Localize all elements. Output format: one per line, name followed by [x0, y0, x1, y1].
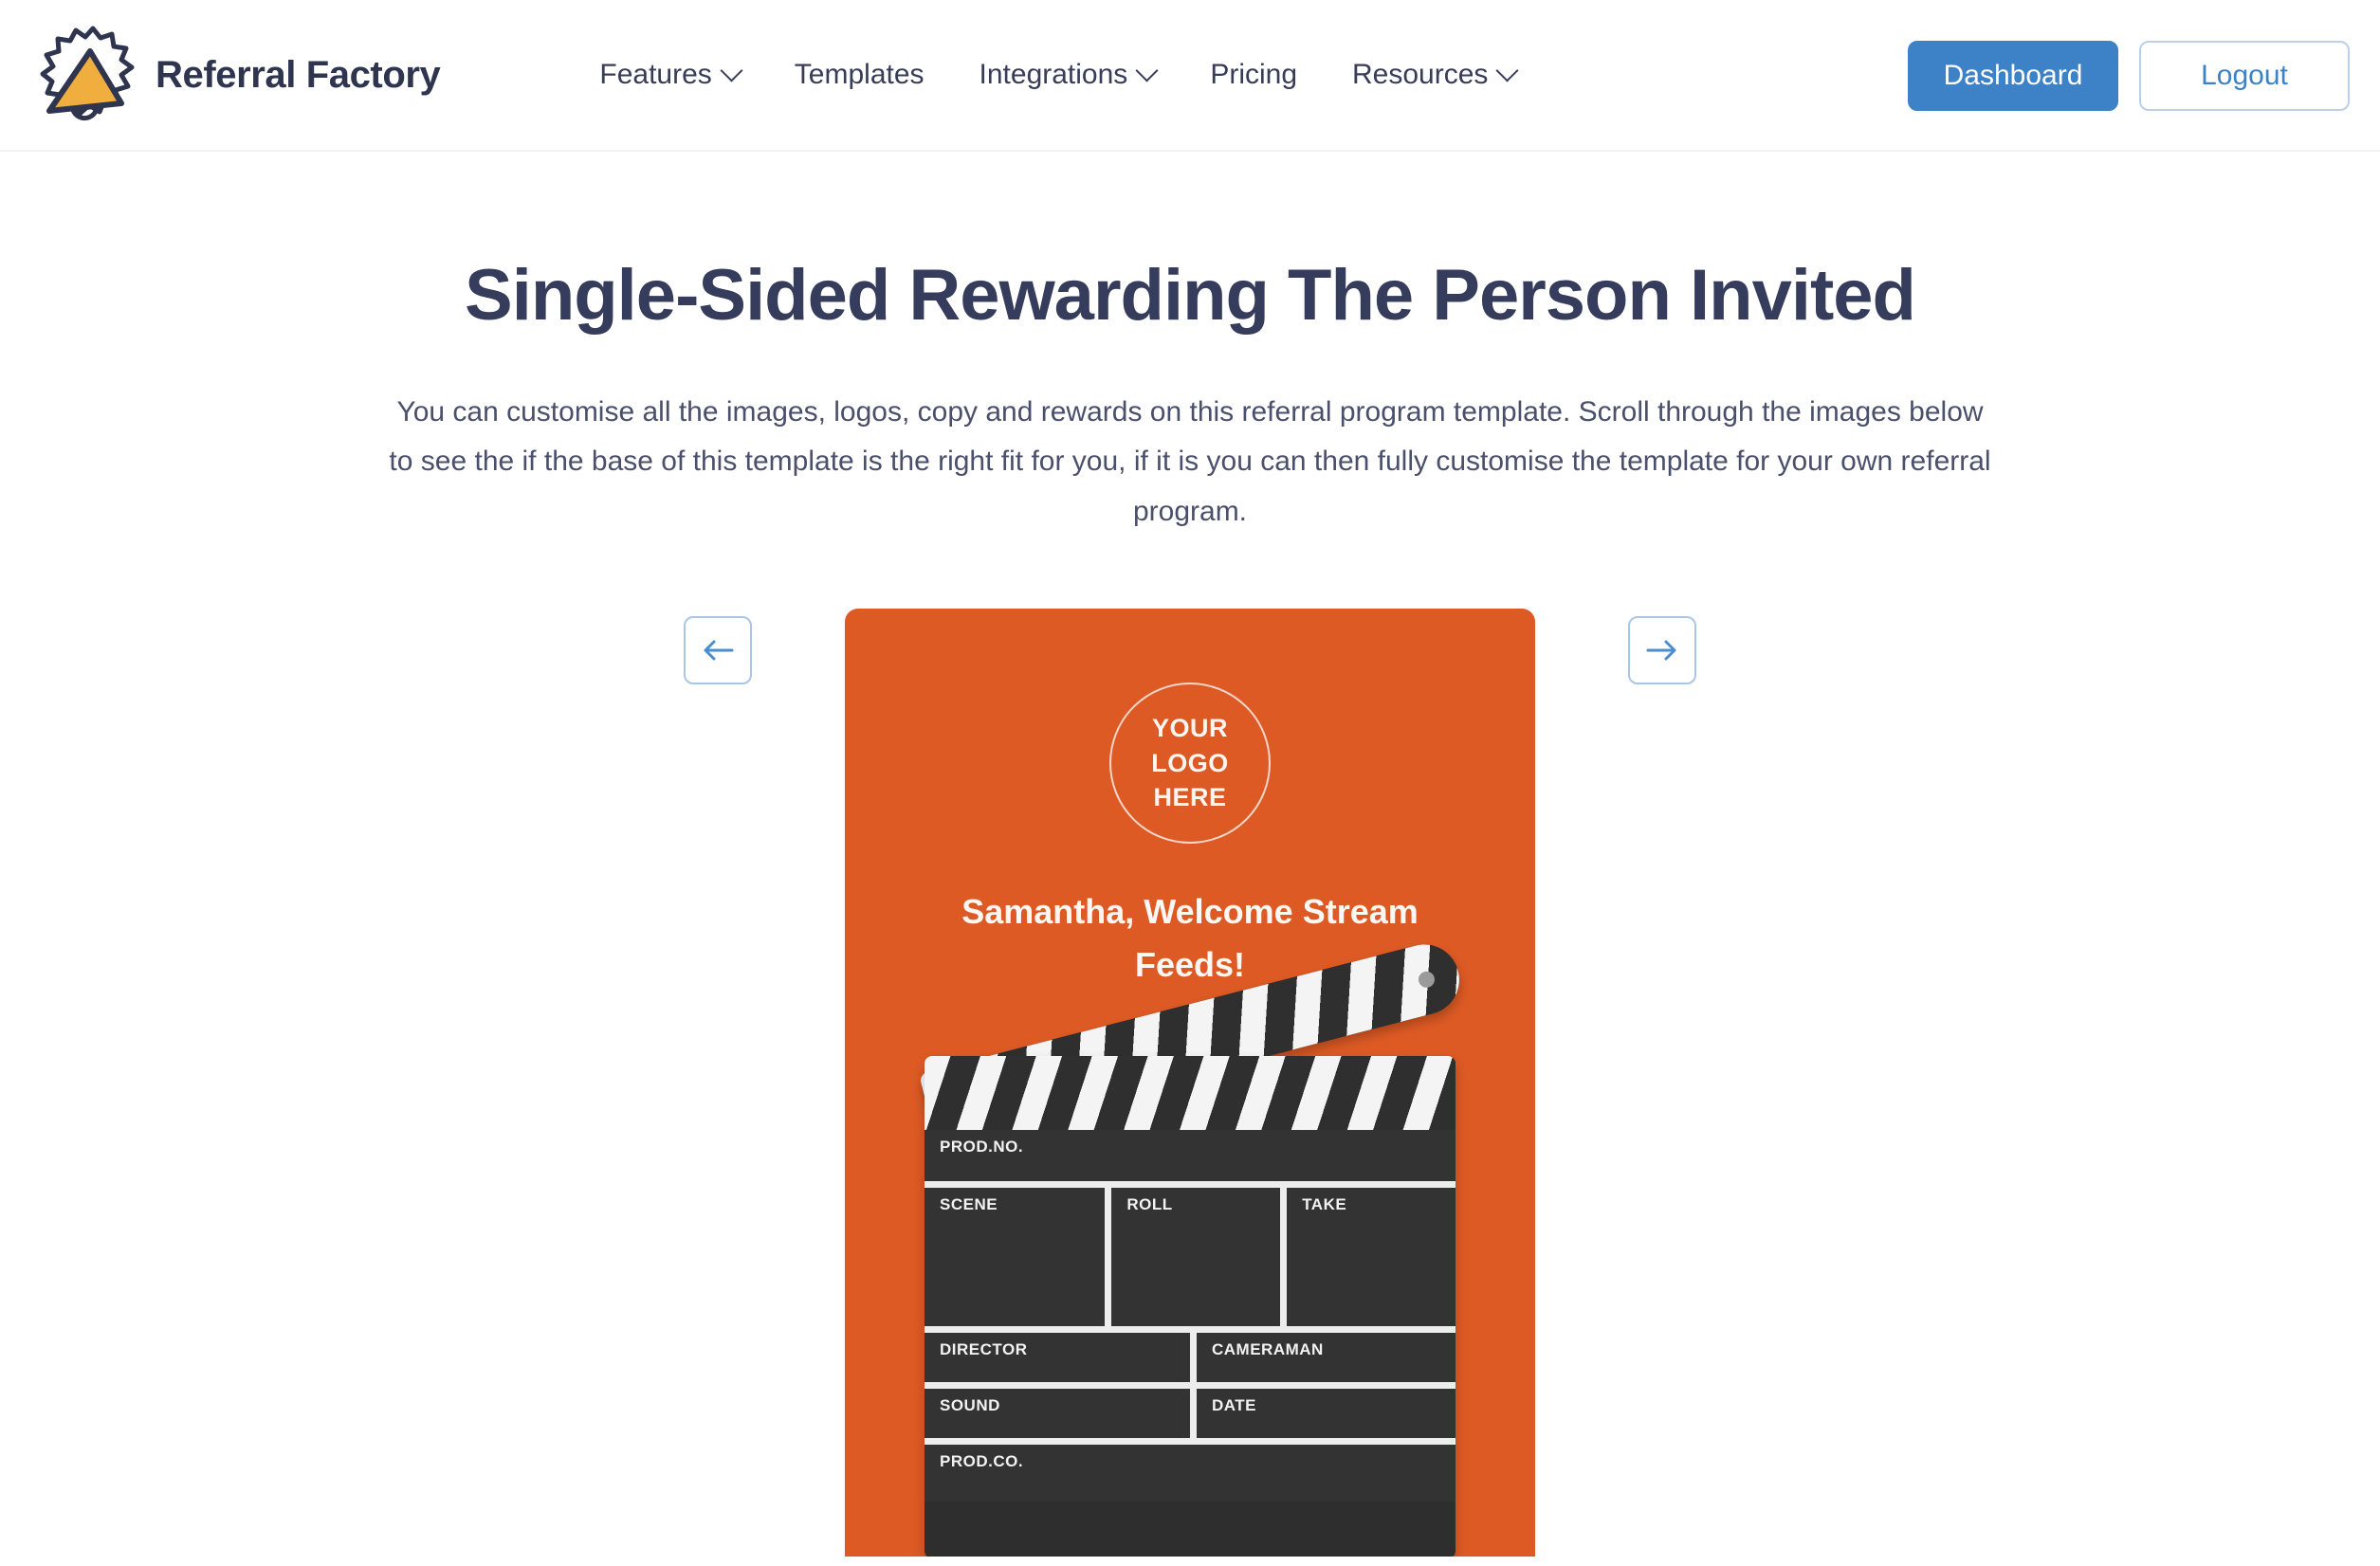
dashboard-button[interactable]: Dashboard: [1908, 41, 2118, 111]
nav-item-features[interactable]: Features: [599, 58, 743, 91]
clapperboard-illustration: PROD.NO. SCENE ROLL TAKE DIRECTOR CAMERA…: [918, 912, 1467, 1557]
clapperboard-field-director: DIRECTOR: [925, 1333, 1190, 1383]
divider: [925, 1382, 1455, 1390]
nav-label-features: Features: [599, 59, 712, 90]
clapperboard-field-prod-no: PROD.NO.: [925, 1130, 1455, 1182]
logo-placeholder-line-1: YOUR: [1151, 714, 1228, 743]
clapperboard-field-roll: ROLL: [1105, 1188, 1281, 1327]
megaphone-burst-icon: [40, 26, 135, 121]
clapperboard-row-sound: SOUND DATE: [925, 1389, 1455, 1439]
clapperboard-field-cameraman: CAMERAMAN: [1190, 1333, 1455, 1383]
logo-placeholder-line-3: HERE: [1153, 783, 1227, 812]
nav-label-pricing: Pricing: [1210, 59, 1298, 90]
nav-label-resources: Resources: [1352, 59, 1489, 90]
page-description: You can customise all the images, logos,…: [389, 395, 1991, 527]
clapperboard-field-date: DATE: [1190, 1389, 1455, 1439]
carousel-prev-button[interactable]: [684, 616, 752, 685]
nav-label-integrations: Integrations: [979, 59, 1128, 90]
clapperboard-field-sound: SOUND: [925, 1389, 1190, 1439]
chevron-down-icon: [720, 58, 743, 82]
chevron-down-icon: [1135, 58, 1159, 82]
arrow-left-icon: [704, 640, 734, 661]
logo-placeholder-line-2: LOGO: [1151, 748, 1229, 777]
clapperboard-row-prodno: PROD.NO.: [925, 1130, 1455, 1182]
clapperboard-body: PROD.NO. SCENE ROLL TAKE DIRECTOR CAMERA…: [925, 1056, 1455, 1557]
logo-placeholder: YOUR LOGO HERE: [1109, 683, 1271, 845]
site-header: Referral Factory Features Templates Inte…: [0, 0, 2380, 152]
arrow-right-icon: [1646, 640, 1676, 661]
clapperboard-body-stripes: [925, 1056, 1455, 1131]
clapperboard-row-scene: SCENE ROLL TAKE: [925, 1188, 1455, 1327]
main-content: Single-Sided Rewarding The Person Invite…: [0, 152, 2380, 1557]
divider: [925, 1326, 1455, 1334]
nav-item-pricing[interactable]: Pricing: [1210, 59, 1297, 91]
logout-button[interactable]: Logout: [2139, 41, 2350, 111]
brand-logo-link[interactable]: Referral Factory: [34, 23, 441, 127]
nav-label-templates: Templates: [794, 59, 925, 90]
nav-item-resources[interactable]: Resources: [1352, 58, 1519, 91]
chevron-down-icon: [1495, 58, 1519, 82]
divider: [925, 1181, 1455, 1189]
clapperboard-field-scene: SCENE: [925, 1188, 1106, 1327]
nav-item-integrations[interactable]: Integrations: [979, 58, 1159, 91]
main-navigation: Features Templates Integrations Pricing …: [599, 58, 1519, 91]
template-carousel: YOUR LOGO HERE Samantha, Welcome Stream …: [0, 609, 2380, 1557]
clapperboard-field-prod-co: PROD.CO.: [925, 1445, 1455, 1502]
header-actions: Dashboard Logout: [1908, 0, 2350, 152]
clapperboard-field-take: TAKE: [1280, 1188, 1455, 1327]
template-slide[interactable]: YOUR LOGO HERE Samantha, Welcome Stream …: [845, 609, 1535, 1557]
carousel-next-button[interactable]: [1628, 616, 1696, 685]
brand-name: Referral Factory: [156, 53, 441, 96]
divider: [925, 1438, 1455, 1446]
nav-item-templates[interactable]: Templates: [795, 59, 925, 91]
page-title: Single-Sided Rewarding The Person Invite…: [465, 255, 1916, 336]
clapperboard-row-director: DIRECTOR CAMERAMAN: [925, 1333, 1455, 1383]
clapperboard-row-prodco: PROD.CO.: [925, 1445, 1455, 1502]
